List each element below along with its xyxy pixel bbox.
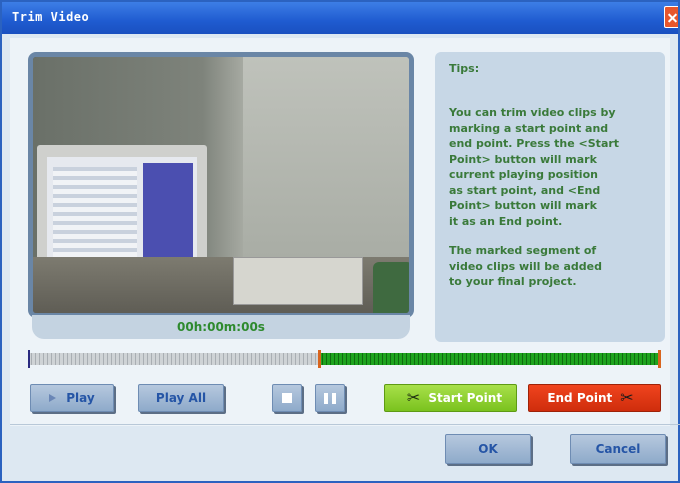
tips-paragraph-1: You can trim video clips by marking a st… xyxy=(449,106,620,228)
video-frame-image xyxy=(33,57,409,313)
timecode-display: 00h:00m:00s xyxy=(32,315,410,339)
scissors-icon: ✂ xyxy=(620,388,634,407)
start-point-marker[interactable] xyxy=(318,350,321,368)
ok-button[interactable]: OK xyxy=(445,434,531,464)
play-button-label: Play xyxy=(66,391,95,405)
tips-paragraph-2: The marked segment of video clips will b… xyxy=(449,244,602,288)
play-all-button[interactable]: Play All xyxy=(138,384,224,412)
pause-icon xyxy=(322,392,338,404)
play-all-button-label: Play All xyxy=(155,391,207,405)
scissors-icon: ✂ xyxy=(406,388,421,407)
dialog-content: 00h:00m:00s Tips: You can trim video cli… xyxy=(10,38,680,464)
footer-divider xyxy=(10,424,680,425)
end-point-label: End Point xyxy=(547,391,613,405)
cancel-button[interactable]: Cancel xyxy=(570,434,666,464)
tips-title: Tips: xyxy=(449,62,480,75)
stop-icon xyxy=(282,393,292,403)
play-button[interactable]: Play xyxy=(30,384,114,412)
titlebar: Trim Video xyxy=(2,2,678,34)
playhead-marker[interactable] xyxy=(28,350,30,368)
timeline-unmarked-segment xyxy=(28,353,319,365)
start-point-label: Start Point xyxy=(428,391,503,405)
end-point-marker[interactable] xyxy=(658,350,661,368)
play-icon xyxy=(49,394,57,402)
trim-timeline[interactable] xyxy=(28,350,662,368)
close-icon[interactable] xyxy=(664,6,678,28)
ok-button-label: OK xyxy=(478,442,498,456)
timeline-marked-segment xyxy=(319,353,660,365)
stop-button[interactable] xyxy=(272,384,302,412)
start-point-button[interactable]: ✂ Start Point xyxy=(384,384,517,412)
trim-video-dialog: Trim Video 00h:00m:00s Tips: You can tri xyxy=(0,0,680,483)
video-preview xyxy=(28,52,414,318)
end-point-button[interactable]: End Point ✂ xyxy=(528,384,661,412)
window-title: Trim Video xyxy=(12,10,90,24)
cancel-button-label: Cancel xyxy=(595,442,641,456)
pause-button[interactable] xyxy=(315,384,345,412)
tips-panel: Tips: You can trim video clips by markin… xyxy=(435,52,665,342)
